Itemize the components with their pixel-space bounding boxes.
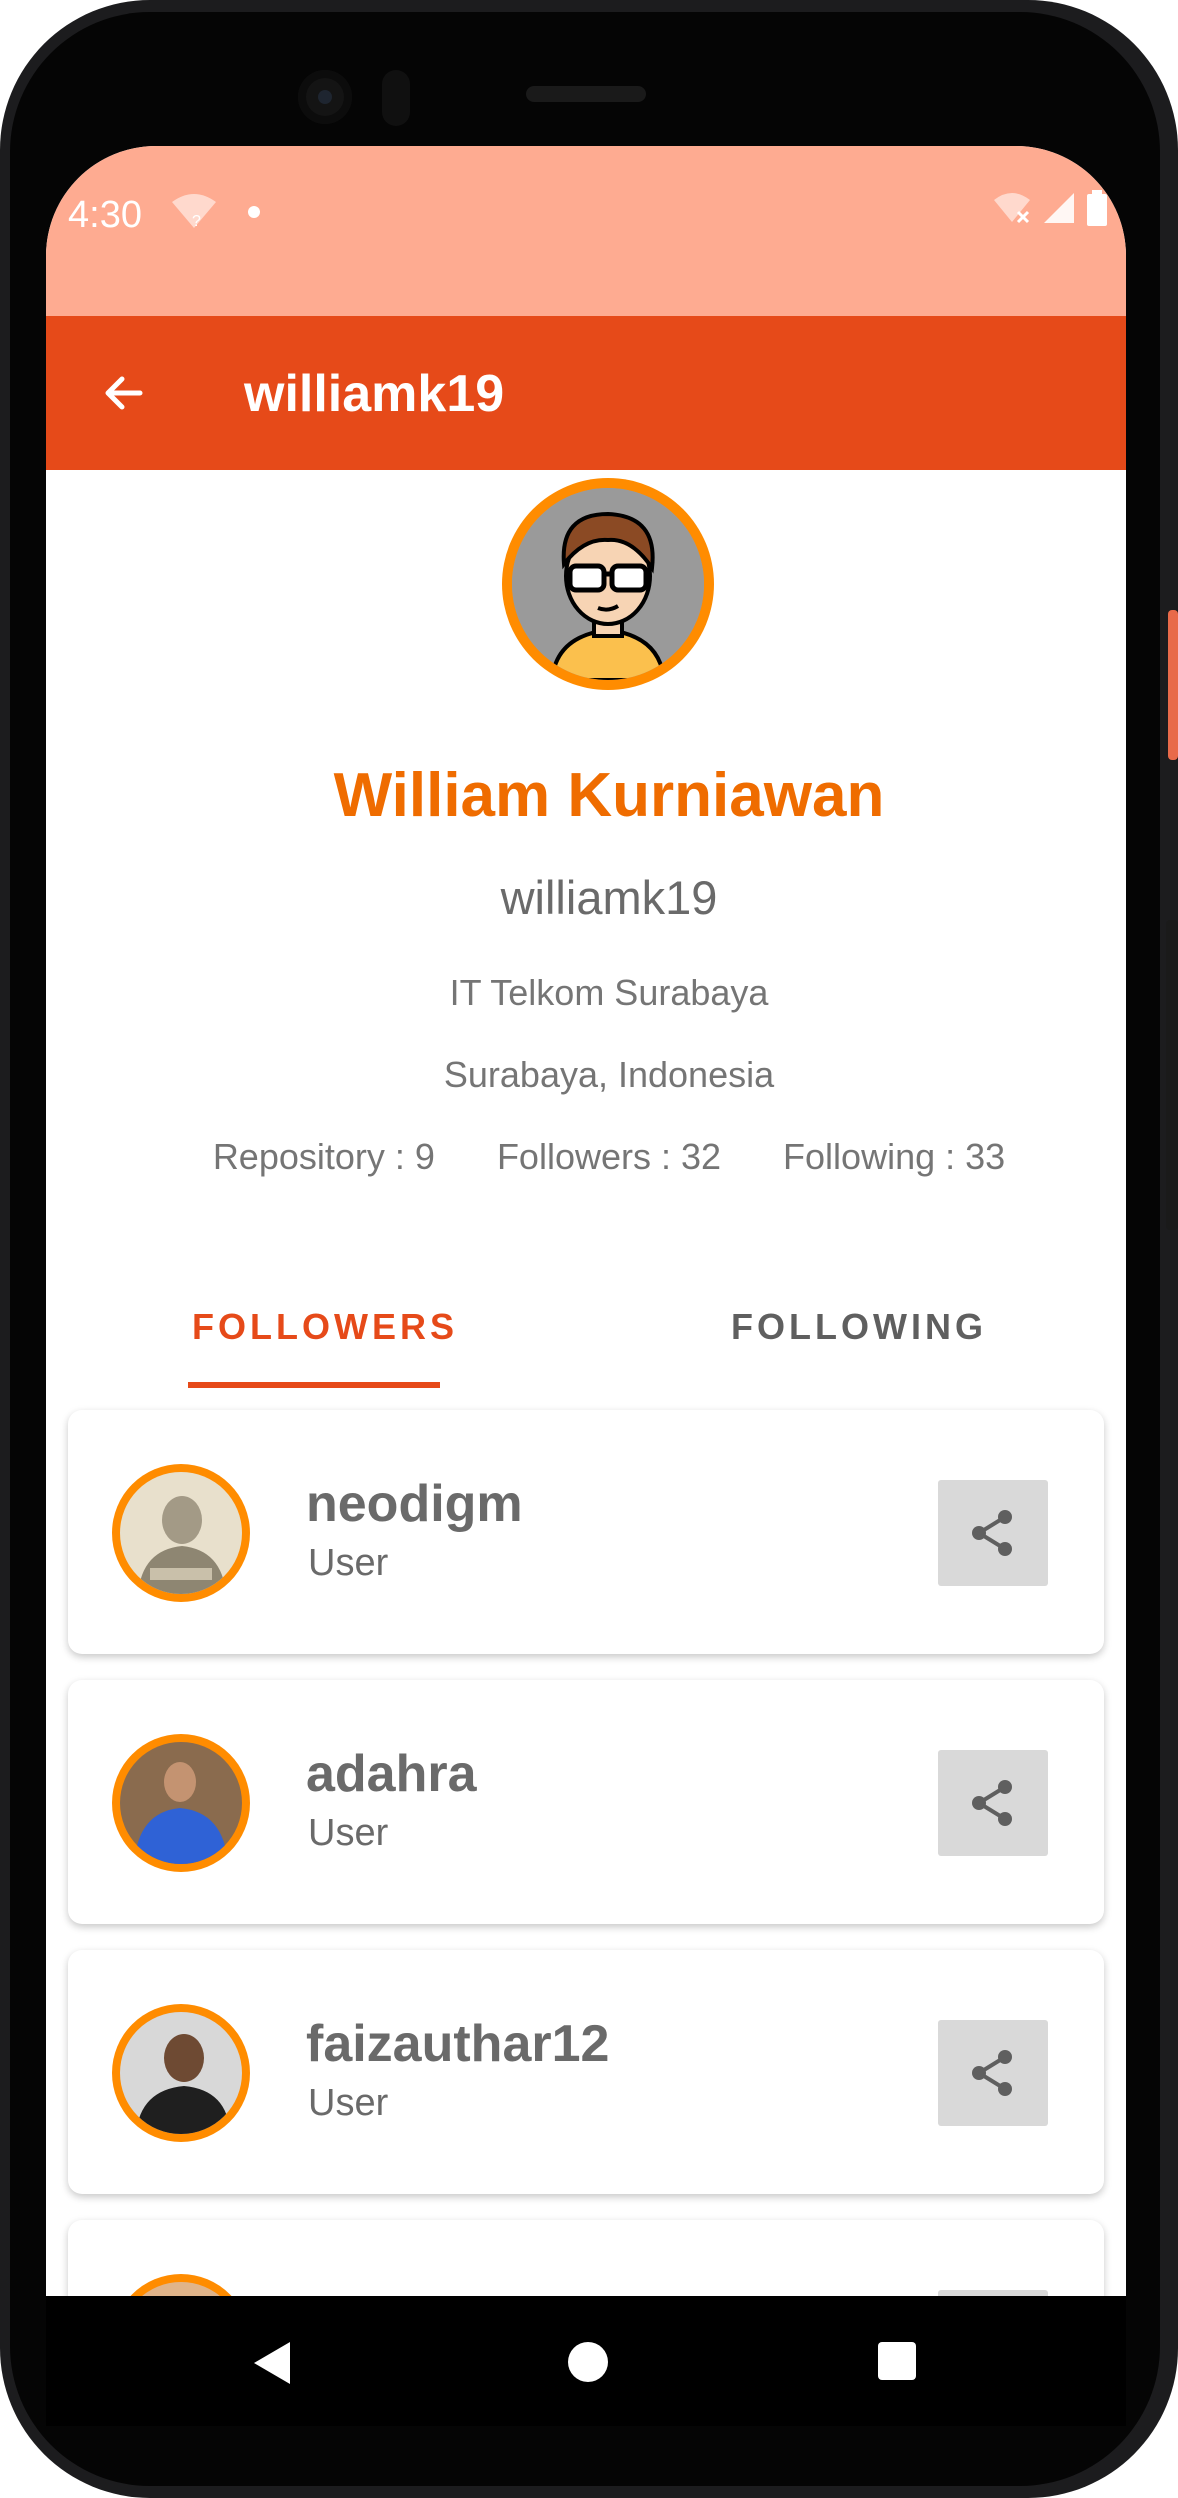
avatar	[112, 1734, 250, 1872]
cell-signal-icon	[1044, 193, 1074, 223]
following-count: Following : 33	[783, 1136, 1006, 1177]
earpiece-speaker	[526, 86, 646, 102]
battery-icon	[1087, 190, 1107, 226]
user-type: User	[308, 1542, 389, 1584]
share-icon	[972, 1780, 1012, 1826]
tab-followers[interactable]: FOLLOWERS	[192, 1306, 458, 1348]
user-login: adahra	[306, 1745, 477, 1803]
repository-count: Repository : 9	[212, 1136, 435, 1177]
profile-login: williamk19	[500, 871, 718, 924]
avatar	[112, 2004, 250, 2142]
share-button[interactable]	[938, 1750, 1048, 1856]
power-button	[1168, 610, 1178, 760]
wifi-unknown-icon: ?	[172, 194, 216, 230]
svg-text:?: ?	[192, 213, 201, 230]
user-login: faizauthar12	[306, 2015, 610, 2073]
user-type: User	[308, 2082, 389, 2124]
status-time: 4:30	[68, 194, 142, 236]
share-button[interactable]	[938, 2020, 1048, 2126]
user-photo-icon	[120, 1742, 242, 1864]
avatar	[112, 2274, 250, 2296]
status-icons	[992, 190, 1108, 226]
volume-button	[1166, 920, 1178, 1230]
nav-home-icon[interactable]	[568, 2342, 608, 2382]
user-type: User	[308, 1812, 389, 1854]
notification-dot-icon	[248, 206, 260, 218]
status-bar: 4:30 ?	[46, 146, 1126, 316]
list-item[interactable]: neodigm User	[68, 1410, 1104, 1654]
developer-avatar-icon	[512, 488, 704, 680]
proximity-sensor	[382, 70, 410, 126]
profile-location: Surabaya, Indonesia	[443, 1054, 775, 1095]
front-camera	[298, 70, 352, 124]
profile-stats: Repository : 9 Followers : 32 Following …	[46, 1136, 1126, 1178]
profile-company: IT Telkom Surabaya	[449, 972, 769, 1013]
list-item[interactable]: adahra User	[68, 1680, 1104, 1924]
list-item[interactable]	[68, 2220, 1104, 2296]
share-icon	[972, 2050, 1012, 2096]
user-photo-icon	[120, 2012, 242, 2134]
list-item[interactable]: faizauthar12 User	[68, 1950, 1104, 2194]
tab-indicator	[188, 1382, 440, 1388]
share-button[interactable]	[938, 1480, 1048, 1586]
share-icon	[972, 1510, 1012, 1556]
user-photo-icon	[120, 1472, 242, 1594]
followers-count: Followers : 32	[496, 1136, 722, 1177]
profile-avatar	[502, 478, 714, 690]
avatar	[112, 1464, 250, 1602]
app-bar: williamk19	[46, 316, 1126, 470]
nav-back-icon[interactable]	[250, 2340, 294, 2386]
nav-recents-icon[interactable]	[878, 2342, 916, 2380]
tab-following[interactable]: FOLLOWING	[731, 1306, 987, 1348]
system-nav-bar	[46, 2296, 1126, 2426]
user-login: neodigm	[306, 1475, 523, 1533]
profile-content[interactable]: William Kurniawan williamk19 IT Telkom S…	[46, 470, 1126, 2296]
back-button[interactable]	[92, 361, 156, 425]
screen: 4:30 ? williamk19 William Kurniawan will…	[46, 146, 1126, 2296]
app-bar-title: williamk19	[244, 365, 505, 423]
profile-name: William Kurniawan	[333, 761, 885, 830]
wifi-off-icon	[994, 193, 1030, 224]
arrow-left-icon	[105, 376, 143, 410]
